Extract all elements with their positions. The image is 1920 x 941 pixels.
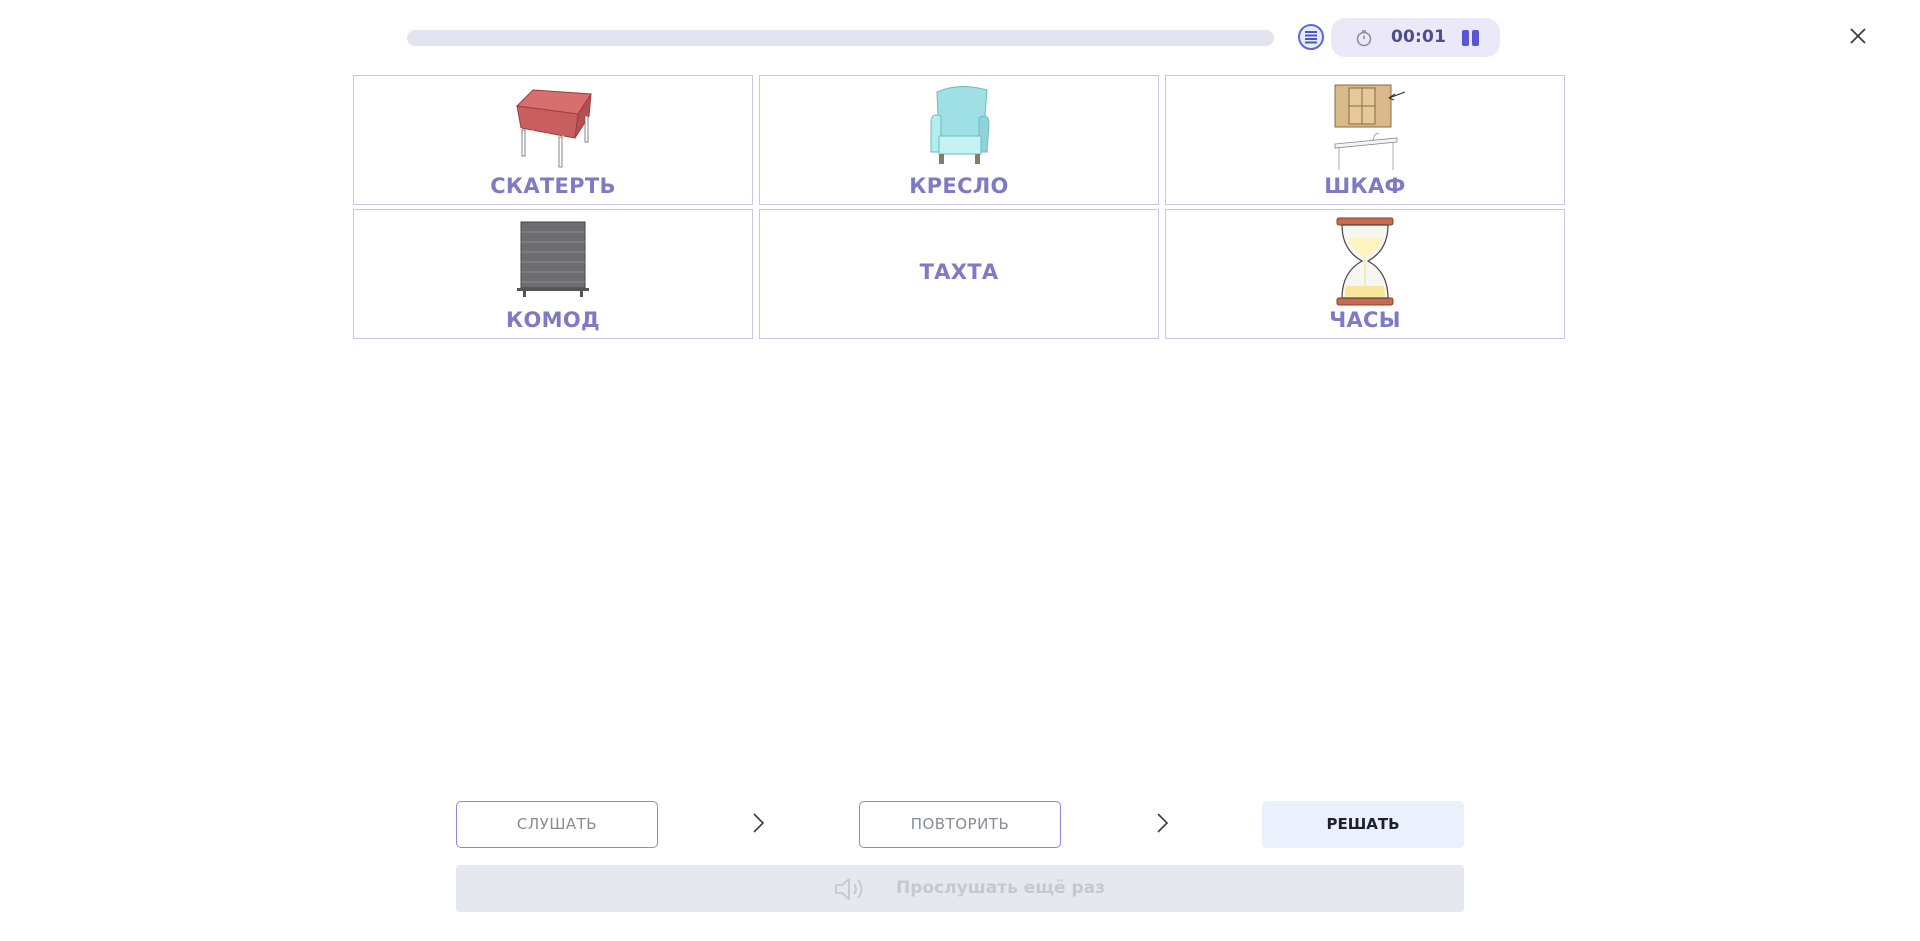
word-card[interactable]: КОМОД <box>353 209 753 339</box>
chevron-right-icon <box>1157 813 1169 833</box>
card-label: СКАТЕРТЬ <box>490 174 616 198</box>
word-card-grid: СКАТЕРТЬ КРЕСЛО ШКАФ КОМОД ТАХТА ЧАСЫ <box>353 75 1567 342</box>
word-card[interactable]: СКАТЕРТЬ <box>353 75 753 205</box>
card-label: КРЕСЛО <box>909 174 1009 198</box>
wall-cabinet-illustration <box>1166 82 1564 172</box>
close-icon[interactable] <box>1848 26 1868 46</box>
speaker-icon <box>835 878 863 900</box>
repeat-button[interactable]: ПОВТОРИТЬ <box>859 801 1061 848</box>
word-card[interactable]: ЧАСЫ <box>1165 209 1565 339</box>
card-label: ШКАФ <box>1324 174 1406 198</box>
word-card[interactable]: ШКАФ <box>1165 75 1565 205</box>
chevron-right-icon <box>753 813 765 833</box>
list-icon <box>1305 31 1317 44</box>
pause-icon <box>1462 30 1469 46</box>
word-card[interactable]: ТАХТА <box>759 209 1159 339</box>
listen-again-label: Прослушать ещё раз <box>896 878 1106 898</box>
timer: 00:01 <box>1331 18 1500 57</box>
pause-button[interactable] <box>1458 28 1480 48</box>
dresser-illustration <box>354 216 752 306</box>
progress-bar <box>407 30 1274 46</box>
listen-again-button[interactable]: Прослушать ещё раз <box>456 865 1464 912</box>
task-list-button[interactable] <box>1298 24 1324 50</box>
top-bar: 00:01 <box>0 0 1920 75</box>
word-card[interactable]: КРЕСЛО <box>759 75 1159 205</box>
listen-button[interactable]: СЛУШАТЬ <box>456 801 658 848</box>
tablecloth-illustration <box>354 82 752 172</box>
solve-button[interactable]: РЕШАТЬ <box>1262 801 1464 848</box>
timer-value: 00:01 <box>1391 27 1447 47</box>
armchair-illustration <box>760 82 1158 172</box>
stopwatch-icon <box>1356 30 1372 47</box>
card-label: КОМОД <box>506 308 600 332</box>
card-label: ТАХТА <box>919 260 999 284</box>
card-label: ЧАСЫ <box>1329 308 1401 332</box>
hourglass-illustration <box>1166 216 1564 306</box>
